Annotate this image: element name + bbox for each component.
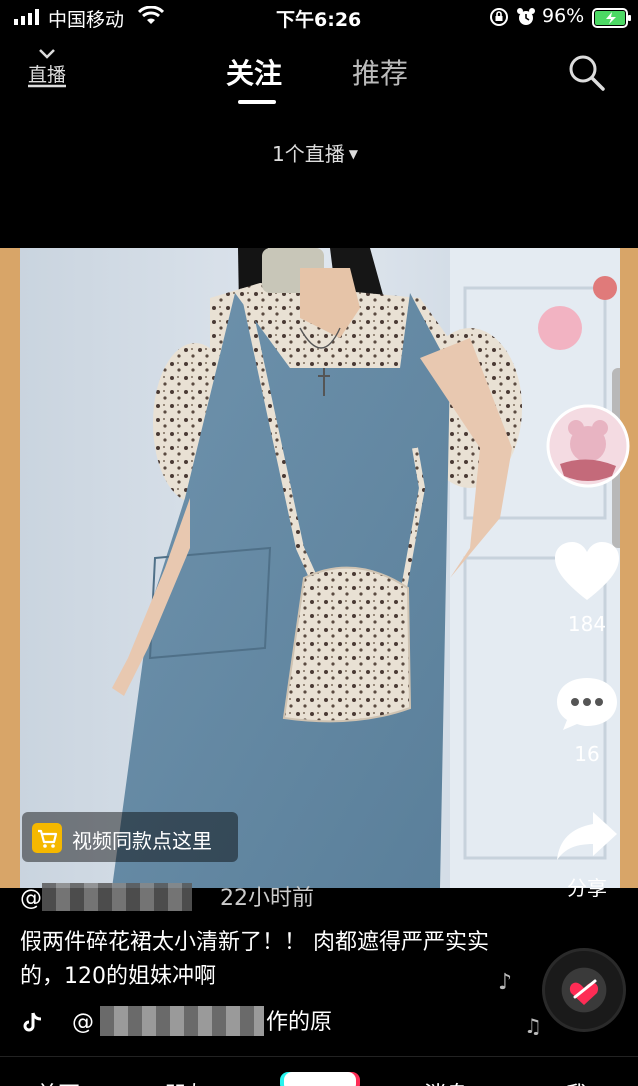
cart-icon [32,823,62,853]
live-label: 直播 [28,64,67,86]
active-tab-indicator [238,100,276,104]
create-post-button[interactable] [284,1072,356,1086]
author-name-blurred [42,883,192,911]
music-at: @ [72,1010,94,1035]
share-button[interactable]: 分享 [551,808,623,901]
comment-button[interactable]: 16 [551,674,623,766]
live-count-dropdown[interactable]: 1个直播 ▼ [272,138,358,167]
rotation-lock-icon [490,8,508,26]
wifi-icon [138,6,164,24]
author-at: @ [20,886,42,911]
share-label: 分享 [567,876,607,900]
nav-messages[interactable]: 消息 [424,1077,468,1086]
music-author-blurred [100,1006,264,1036]
tab-recommend[interactable]: 推荐 [352,52,408,92]
alarm-icon [517,8,535,25]
like-count: 184 [567,612,607,636]
music-info[interactable]: @ 作的原 [22,1004,332,1036]
product-tag-label: 视频同款点这里 [72,829,212,853]
product-tag-button[interactable]: 视频同款点这里 [22,812,238,862]
signal-icon [14,9,39,25]
video-caption[interactable]: 假两件碎花裙太小清新了！！ 肉都遮得严严实实的，120的姐妹冲啊 [20,926,490,994]
heart-icon [555,542,619,600]
video-player[interactable]: 视频同款点这里 [0,248,638,888]
share-icon [557,812,617,860]
author-line[interactable]: @22小时前 [20,880,314,912]
post-time: 22小时前 [220,886,314,911]
like-button[interactable]: 184 [551,540,623,636]
music-disc-button[interactable] [542,948,626,1032]
search-icon[interactable] [566,52,606,92]
status-bar: 中国移动 下午6:26 96% [0,0,638,36]
live-button[interactable]: 直播 [26,48,68,92]
comment-icon [557,678,617,730]
status-time: 下午6:26 [276,9,362,31]
nav-me[interactable]: 我 [566,1077,588,1086]
comment-count: 16 [574,742,600,766]
battery-icon [592,8,631,28]
music-title: 作的原 [266,1010,333,1035]
author-avatar[interactable] [546,404,630,488]
tiktok-note-icon [23,1012,42,1032]
music-note-icon: ♪ [498,970,513,995]
caret-down-icon: ▼ [348,147,358,161]
live-count-label: 1个直播 [272,142,345,166]
video-frame [0,248,638,888]
nav-friends[interactable]: 朋友 [164,1077,208,1086]
tab-follow[interactable]: 关注 [226,52,282,92]
music-notes-icon: ♫ [524,1014,542,1038]
carrier-name: 中国移动 [48,9,125,31]
nav-home[interactable]: 首页 [36,1077,80,1086]
battery-percent: 96% [542,5,585,27]
